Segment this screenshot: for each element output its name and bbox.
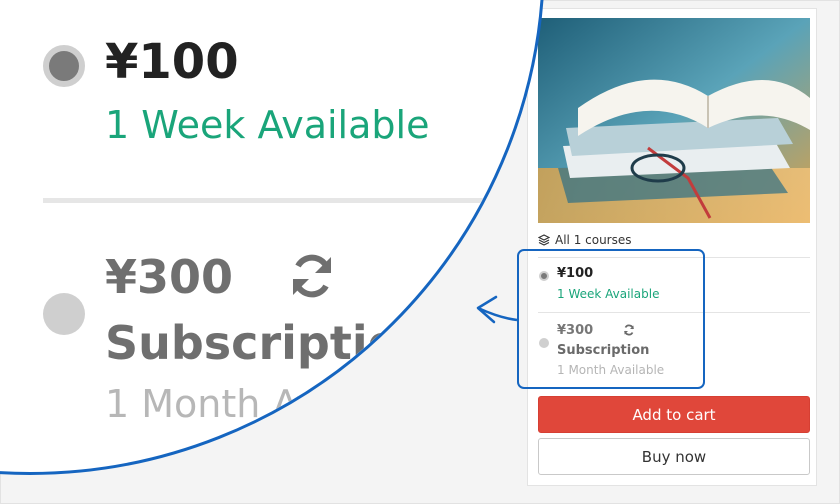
zoom-radio-1 <box>43 45 85 87</box>
magnified-view: ¥100 1 Week Available ¥300 Subscription … <box>0 0 545 475</box>
zoom-availability-1: 1 Week Available <box>105 103 430 147</box>
zoom-radio-2 <box>43 293 85 335</box>
zoom-sync-icon <box>293 254 331 298</box>
zoom-type-2: Subscription <box>105 316 432 370</box>
zoom-clip: ¥100 1 Week Available ¥300 Subscription … <box>0 0 840 504</box>
zoom-divider <box>43 198 542 203</box>
zoom-price-2: ¥300 <box>105 250 234 304</box>
zoom-price-1: ¥100 <box>105 34 239 90</box>
zoom-availability-2: 1 Month Avail <box>105 382 364 426</box>
